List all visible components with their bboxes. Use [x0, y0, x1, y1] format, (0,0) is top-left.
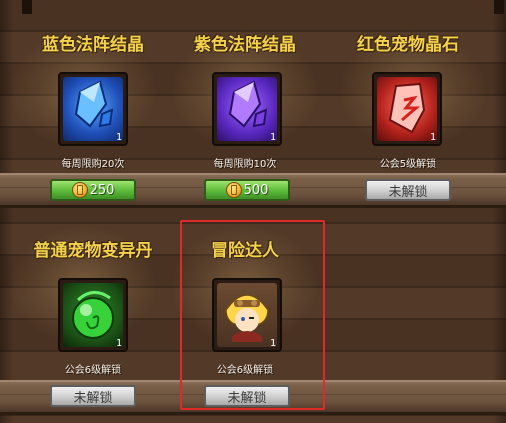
- item-card[interactable]: 1: [58, 72, 128, 146]
- price-label: 250: [89, 182, 115, 198]
- coin-icon: [225, 182, 242, 198]
- locked-button[interactable]: 未解锁: [365, 179, 451, 201]
- item-title: 蓝色法阵结晶: [42, 35, 144, 55]
- item-card[interactable]: 1: [212, 72, 282, 146]
- locked-button[interactable]: 未解锁: [50, 385, 136, 407]
- shelf-post: [22, 0, 32, 14]
- shelf-post: [494, 0, 504, 14]
- item-title: 紫色法阵结晶: [194, 35, 296, 55]
- item-requirement: 公会6级解锁: [64, 365, 122, 376]
- selection-highlight-box: [180, 220, 325, 410]
- item-card[interactable]: 1: [58, 278, 128, 352]
- item-requirement: 每周限购20次: [61, 159, 125, 170]
- item-count: 1: [429, 132, 436, 143]
- item-count: 1: [115, 338, 122, 349]
- item-card[interactable]: 1: [372, 72, 442, 146]
- item-count: 1: [269, 132, 276, 143]
- buy-button[interactable]: 500: [204, 179, 290, 201]
- price-label: 500: [243, 182, 269, 198]
- coin-icon: [71, 182, 88, 198]
- item-requirement: 每周限购10次: [213, 159, 277, 170]
- item-count: 1: [115, 132, 122, 143]
- item-title: 普通宠物变异丹: [33, 241, 153, 261]
- buy-button[interactable]: 250: [50, 179, 136, 201]
- item-title: 红色宠物晶石: [357, 35, 459, 55]
- item-requirement: 公会5级解锁: [379, 159, 437, 170]
